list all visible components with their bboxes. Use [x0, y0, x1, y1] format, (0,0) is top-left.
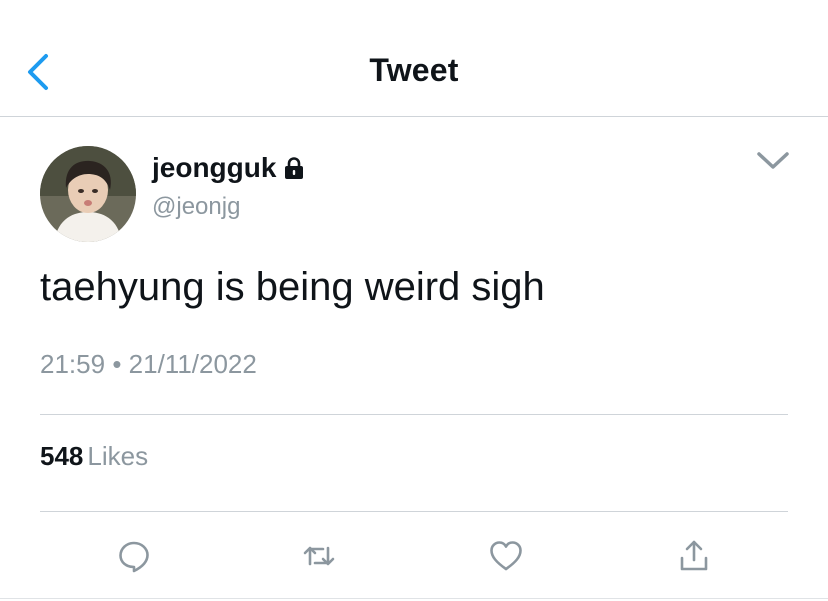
retweet-button[interactable]	[301, 538, 337, 574]
reply-icon	[119, 541, 149, 573]
chevron-down-icon	[757, 152, 789, 169]
likes-count: 548	[40, 441, 84, 471]
divider	[40, 414, 788, 415]
retweet-icon	[303, 546, 335, 566]
like-button[interactable]	[488, 538, 524, 574]
reply-button[interactable]	[116, 538, 152, 574]
timestamp-separator: •	[112, 349, 122, 379]
like-icon	[490, 541, 522, 571]
user-name: jeongguk	[152, 152, 277, 183]
lock-icon	[285, 157, 304, 179]
share-button[interactable]	[676, 538, 712, 574]
tweet-timestamp[interactable]: 21:59 • 21/11/2022	[40, 349, 257, 380]
share-icon	[680, 540, 708, 571]
tweet-time: 21:59	[40, 349, 106, 379]
more-options-button[interactable]	[756, 150, 790, 172]
bottom-divider	[0, 598, 828, 599]
tweet-text: taehyung is being weird sigh	[40, 265, 545, 309]
tweet-date: 21/11/2022	[128, 349, 257, 379]
header-bar: Tweet	[0, 0, 828, 117]
user-handle[interactable]: @jeonjg	[152, 193, 240, 221]
likes-label: Likes	[87, 441, 149, 471]
avatar[interactable]	[40, 146, 136, 242]
page-title: Tweet	[369, 52, 459, 88]
divider	[40, 511, 788, 512]
likes-count-link[interactable]: 548 Likes	[40, 441, 148, 472]
user-name-row[interactable]: jeongguk	[152, 150, 306, 186]
